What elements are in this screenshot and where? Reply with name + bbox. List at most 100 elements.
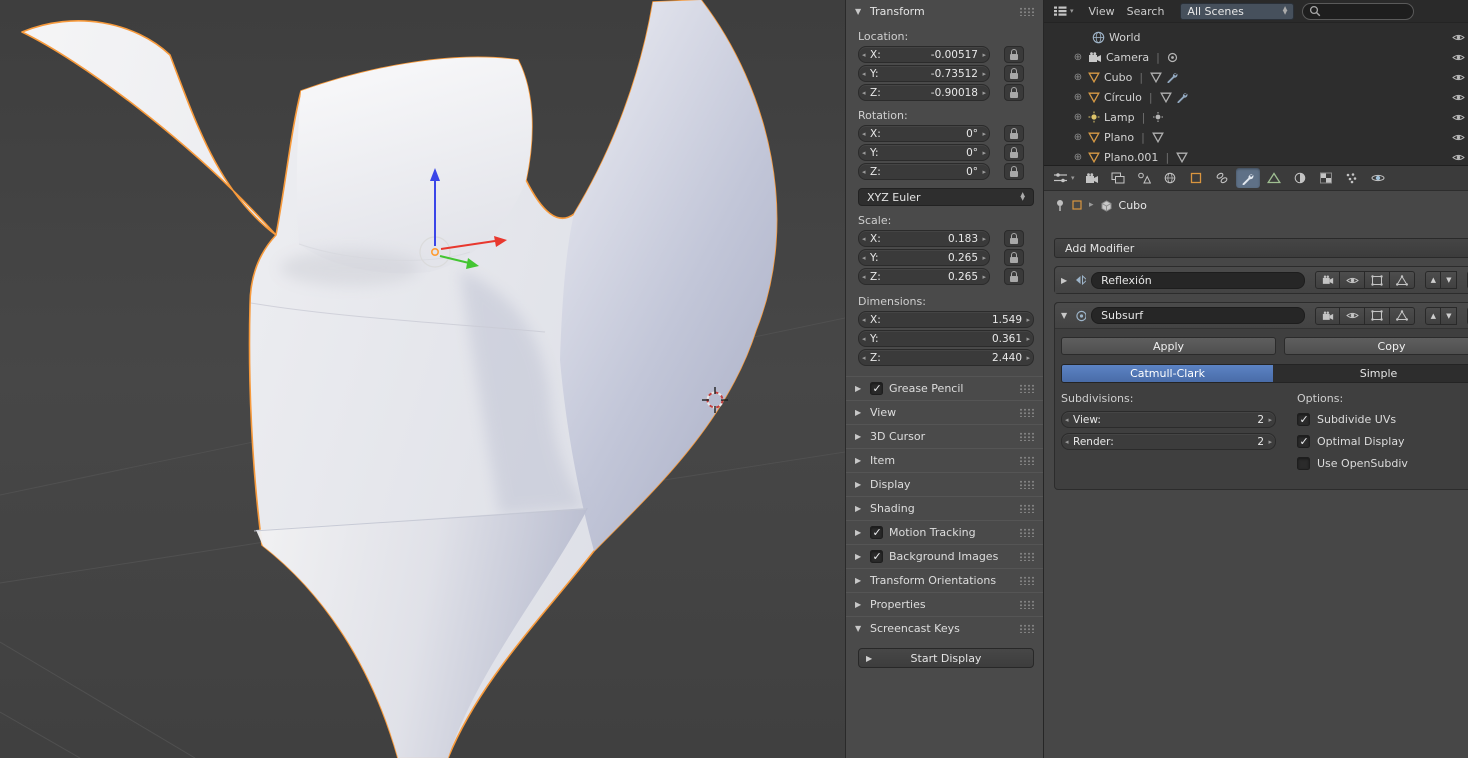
collapse-arrow-icon[interactable]: ▼	[1061, 311, 1070, 320]
expand-plus-icon[interactable]: ⊕	[1072, 132, 1084, 143]
3d-viewport[interactable]	[0, 0, 845, 758]
increment-arrow-icon[interactable]: ▸	[1268, 438, 1272, 446]
apply-button[interactable]: Apply	[1061, 337, 1276, 355]
modifier-wrench-icon[interactable]	[1176, 91, 1188, 103]
cage-display-button[interactable]	[1390, 271, 1415, 289]
outliner-item-circulo[interactable]: ⊕ Círculo |	[1044, 87, 1468, 107]
outliner-item-plano[interactable]: ⊕ Plano |	[1044, 127, 1468, 147]
panel-grip-icon[interactable]	[1019, 576, 1034, 585]
panel-background-images[interactable]: ▶ Background Images	[846, 544, 1043, 568]
tab-render-layers[interactable]	[1106, 168, 1130, 188]
rotation-mode-dropdown[interactable]: XYZ Euler ▲▼	[858, 188, 1034, 206]
panel-grip-icon[interactable]	[1019, 600, 1034, 609]
use-opensubdiv-option[interactable]: Use OpenSubdiv	[1297, 455, 1408, 472]
move-down-button[interactable]: ▼	[1441, 271, 1457, 289]
editor-type-selector[interactable]: ▾	[1050, 171, 1078, 185]
motion-tracking-checkbox[interactable]	[870, 526, 883, 539]
cage-display-button[interactable]	[1390, 307, 1415, 325]
tab-object[interactable]	[1184, 168, 1208, 188]
panel-grip-icon[interactable]	[1019, 504, 1034, 513]
modifier-name-field[interactable]: Subsurf	[1091, 307, 1305, 324]
increment-arrow-icon[interactable]: ▸	[1026, 316, 1030, 324]
location-x-lock-button[interactable]	[1004, 46, 1024, 63]
dimensions-z-field[interactable]: ◂ Z: 2.440 ▸	[858, 349, 1034, 366]
increment-arrow-icon[interactable]: ▸	[982, 70, 986, 78]
rotation-z-field[interactable]: ◂ Z: 0° ▸	[858, 163, 990, 180]
panel-screencast-keys[interactable]: ▼ Screencast Keys	[846, 616, 1043, 640]
edit-mode-display-button[interactable]	[1365, 307, 1390, 325]
scale-z-field[interactable]: ◂ Z: 0.265 ▸	[858, 268, 990, 285]
rotation-y-lock-button[interactable]	[1004, 144, 1024, 161]
decrement-arrow-icon[interactable]: ◂	[862, 335, 866, 343]
outliner-item-plano-001[interactable]: ⊕ Plano.001 |	[1044, 147, 1468, 166]
visibility-eye-icon[interactable]	[1452, 32, 1465, 45]
rotation-z-lock-button[interactable]	[1004, 163, 1024, 180]
modifier-wrench-icon[interactable]	[1166, 71, 1178, 83]
move-up-button[interactable]: ▲	[1425, 307, 1441, 325]
increment-arrow-icon[interactable]: ▸	[982, 51, 986, 59]
decrement-arrow-icon[interactable]: ◂	[1065, 438, 1069, 446]
tab-physics[interactable]	[1366, 168, 1390, 188]
location-x-field[interactable]: ◂ X: -0.00517 ▸	[858, 46, 990, 63]
modifier-subsurf-header[interactable]: ▼ Subsurf ▲ ▼ ×	[1055, 303, 1468, 329]
visibility-eye-icon[interactable]	[1452, 72, 1465, 85]
transform-panel-header[interactable]: ▼ Transform	[846, 0, 1043, 22]
increment-arrow-icon[interactable]: ▸	[982, 89, 986, 97]
decrement-arrow-icon[interactable]: ◂	[862, 273, 866, 281]
add-modifier-button[interactable]: Add Modifier	[1054, 238, 1468, 258]
modifier-mirror-header[interactable]: ▶ Reflexión ▲ ▼ ×	[1055, 267, 1468, 293]
outliner-search-input[interactable]	[1302, 3, 1414, 20]
dimensions-x-field[interactable]: ◂ X: 1.549 ▸	[858, 311, 1034, 328]
location-y-field[interactable]: ◂ Y: -0.73512 ▸	[858, 65, 990, 82]
optimal-display-checkbox[interactable]	[1297, 435, 1310, 448]
lamp-data-icon[interactable]	[1152, 111, 1164, 123]
render-subdivisions-field[interactable]: ◂ Render: 2 ▸	[1061, 433, 1276, 450]
view-subdivisions-field[interactable]: ◂ View: 2 ▸	[1061, 411, 1276, 428]
decrement-arrow-icon[interactable]: ◂	[862, 235, 866, 243]
move-down-button[interactable]: ▼	[1441, 307, 1457, 325]
expand-arrow-icon[interactable]: ▶	[1061, 276, 1070, 285]
tab-render[interactable]	[1080, 168, 1104, 188]
increment-arrow-icon[interactable]: ▸	[982, 149, 986, 157]
outliner-item-world[interactable]: World	[1044, 27, 1468, 47]
panel-transform-orientations[interactable]: ▶ Transform Orientations	[846, 568, 1043, 592]
panel-grip-icon[interactable]	[1019, 384, 1034, 393]
visibility-eye-icon[interactable]	[1452, 52, 1465, 65]
increment-arrow-icon[interactable]: ▸	[982, 254, 986, 262]
panel-grip-icon[interactable]	[1019, 432, 1034, 441]
tab-constraints[interactable]	[1210, 168, 1234, 188]
decrement-arrow-icon[interactable]: ◂	[862, 354, 866, 362]
decrement-arrow-icon[interactable]: ◂	[862, 70, 866, 78]
panel-properties[interactable]: ▶ Properties	[846, 592, 1043, 616]
decrement-arrow-icon[interactable]: ◂	[862, 316, 866, 324]
start-display-button[interactable]: ▶ Start Display	[858, 648, 1034, 668]
scale-x-field[interactable]: ◂ X: 0.183 ▸	[858, 230, 990, 247]
viewport-visibility-button[interactable]	[1340, 271, 1365, 289]
pin-icon[interactable]	[1055, 199, 1065, 212]
increment-arrow-icon[interactable]: ▸	[982, 130, 986, 138]
increment-arrow-icon[interactable]: ▸	[982, 235, 986, 243]
decrement-arrow-icon[interactable]: ◂	[862, 254, 866, 262]
simple-option[interactable]: Simple	[1273, 365, 1468, 382]
location-z-lock-button[interactable]	[1004, 84, 1024, 101]
render-visibility-button[interactable]	[1315, 271, 1340, 289]
tab-scene[interactable]	[1132, 168, 1156, 188]
outliner-item-lamp[interactable]: ⊕ Lamp |	[1044, 107, 1468, 127]
camera-data-icon[interactable]	[1167, 52, 1178, 63]
location-z-field[interactable]: ◂ Z: -0.90018 ▸	[858, 84, 990, 101]
outliner-item-cubo[interactable]: ⊕ Cubo |	[1044, 67, 1468, 87]
panel-motion-tracking[interactable]: ▶ Motion Tracking	[846, 520, 1043, 544]
rotation-x-lock-button[interactable]	[1004, 125, 1024, 142]
increment-arrow-icon[interactable]: ▸	[1026, 354, 1030, 362]
move-up-button[interactable]: ▲	[1425, 271, 1441, 289]
dimensions-y-field[interactable]: ◂ Y: 0.361 ▸	[858, 330, 1034, 347]
scene-filter-dropdown[interactable]: All Scenes ▲▼	[1180, 3, 1294, 20]
panel-grip-icon[interactable]	[1019, 456, 1034, 465]
increment-arrow-icon[interactable]: ▸	[982, 168, 986, 176]
tab-particles[interactable]	[1340, 168, 1364, 188]
subdivide-uvs-checkbox[interactable]	[1297, 413, 1310, 426]
viewport-canvas[interactable]	[0, 0, 845, 758]
increment-arrow-icon[interactable]: ▸	[1026, 335, 1030, 343]
breadcrumb-object-name[interactable]: Cubo	[1119, 199, 1147, 212]
increment-arrow-icon[interactable]: ▸	[1268, 416, 1272, 424]
